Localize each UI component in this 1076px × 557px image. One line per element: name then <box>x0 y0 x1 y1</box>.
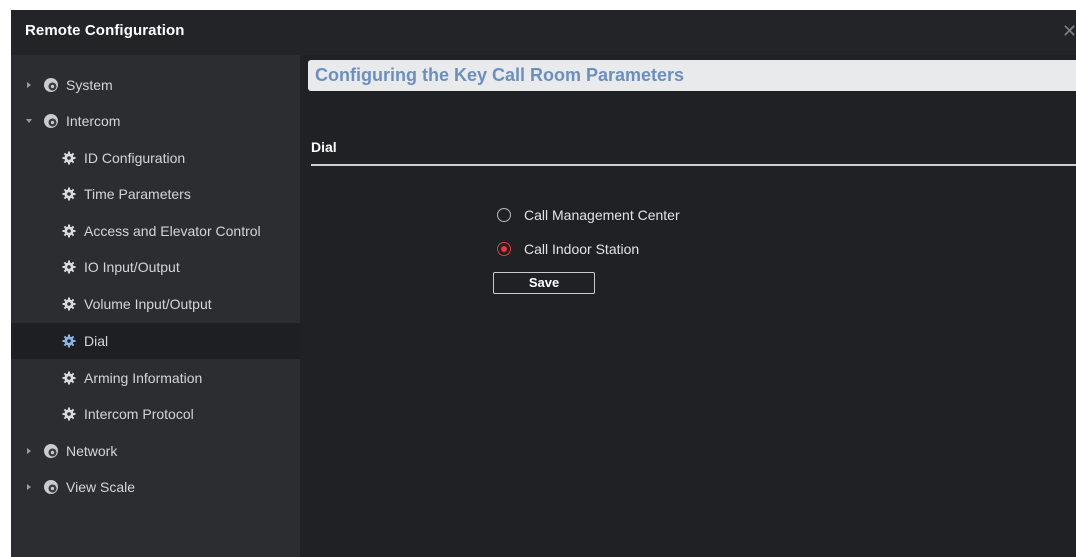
sidebar-tree: System Intercom ID Configuration Time Pa… <box>11 55 300 557</box>
radio-call-management-center[interactable]: Call Management Center <box>497 205 680 225</box>
collapse-arrow-icon[interactable] <box>26 119 32 123</box>
tree-item-io-input-output[interactable]: IO Input/Output <box>11 249 300 285</box>
radio-label: Call Management Center <box>524 207 680 223</box>
tree-item-dial[interactable]: Dial <box>11 323 300 359</box>
section-title: Dial <box>311 139 337 155</box>
gear-icon <box>62 151 76 165</box>
gear-icon <box>62 187 76 201</box>
expand-arrow-icon[interactable] <box>27 448 31 454</box>
tree-item-network[interactable]: Network <box>11 433 300 469</box>
gear-icon <box>62 371 76 385</box>
tree-item-label: Volume Input/Output <box>84 296 212 312</box>
gear-icon <box>62 334 76 348</box>
tree-item-label: Dial <box>84 333 109 349</box>
close-icon[interactable]: ✕ <box>1062 22 1076 40</box>
gear-icon <box>44 78 58 92</box>
tree-item-label: Access and Elevator Control <box>84 223 261 239</box>
save-button[interactable]: Save <box>493 272 595 294</box>
tree-item-intercom-protocol[interactable]: Intercom Protocol <box>11 396 300 432</box>
tree-item-arming-information[interactable]: Arming Information <box>11 360 300 396</box>
tree-item-label: System <box>66 77 113 93</box>
tree-item-label: IO Input/Output <box>84 259 180 275</box>
radio-call-indoor-station[interactable]: Call Indoor Station <box>497 239 639 259</box>
page-title: Configuring the Key Call Room Parameters <box>315 65 685 85</box>
title-bar: Remote Configuration ✕ <box>11 10 1076 55</box>
radio-button[interactable] <box>497 208 511 222</box>
expand-arrow-icon[interactable] <box>27 82 31 88</box>
tree-item-volume-input-output[interactable]: Volume Input/Output <box>11 286 300 322</box>
tree-item-system[interactable]: System <box>11 67 300 103</box>
gear-icon <box>62 260 76 274</box>
tree-item-intercom[interactable]: Intercom <box>11 103 300 139</box>
tree-item-access-elevator-control[interactable]: Access and Elevator Control <box>11 213 300 249</box>
main-content: Configuring the Key Call Room Parameters… <box>300 55 1076 557</box>
section-divider <box>311 164 1076 166</box>
expand-arrow-icon[interactable] <box>27 484 31 490</box>
gear-icon <box>62 407 76 421</box>
gear-icon <box>44 114 58 128</box>
tree-item-label: View Scale <box>66 479 136 495</box>
radio-button[interactable] <box>497 242 511 256</box>
tree-item-time-parameters[interactable]: Time Parameters <box>11 176 300 212</box>
remote-configuration-window: Remote Configuration ✕ System Intercom I… <box>11 10 1076 557</box>
tree-item-label: ID Configuration <box>84 150 186 166</box>
gear-icon <box>62 297 76 311</box>
gear-icon <box>62 224 76 238</box>
page-header: Configuring the Key Call Room Parameters <box>308 60 1076 91</box>
tree-item-label: Intercom <box>66 113 121 129</box>
gear-icon <box>44 444 58 458</box>
window-title: Remote Configuration <box>25 22 185 39</box>
tree-item-label: Intercom Protocol <box>84 406 194 422</box>
tree-item-id-configuration[interactable]: ID Configuration <box>11 140 300 176</box>
gear-icon <box>44 480 58 494</box>
radio-label: Call Indoor Station <box>524 241 640 257</box>
tree-item-label: Arming Information <box>84 370 203 386</box>
tree-item-label: Network <box>66 443 118 459</box>
tree-item-view-scale[interactable]: View Scale <box>11 469 300 505</box>
tree-item-label: Time Parameters <box>84 186 191 202</box>
